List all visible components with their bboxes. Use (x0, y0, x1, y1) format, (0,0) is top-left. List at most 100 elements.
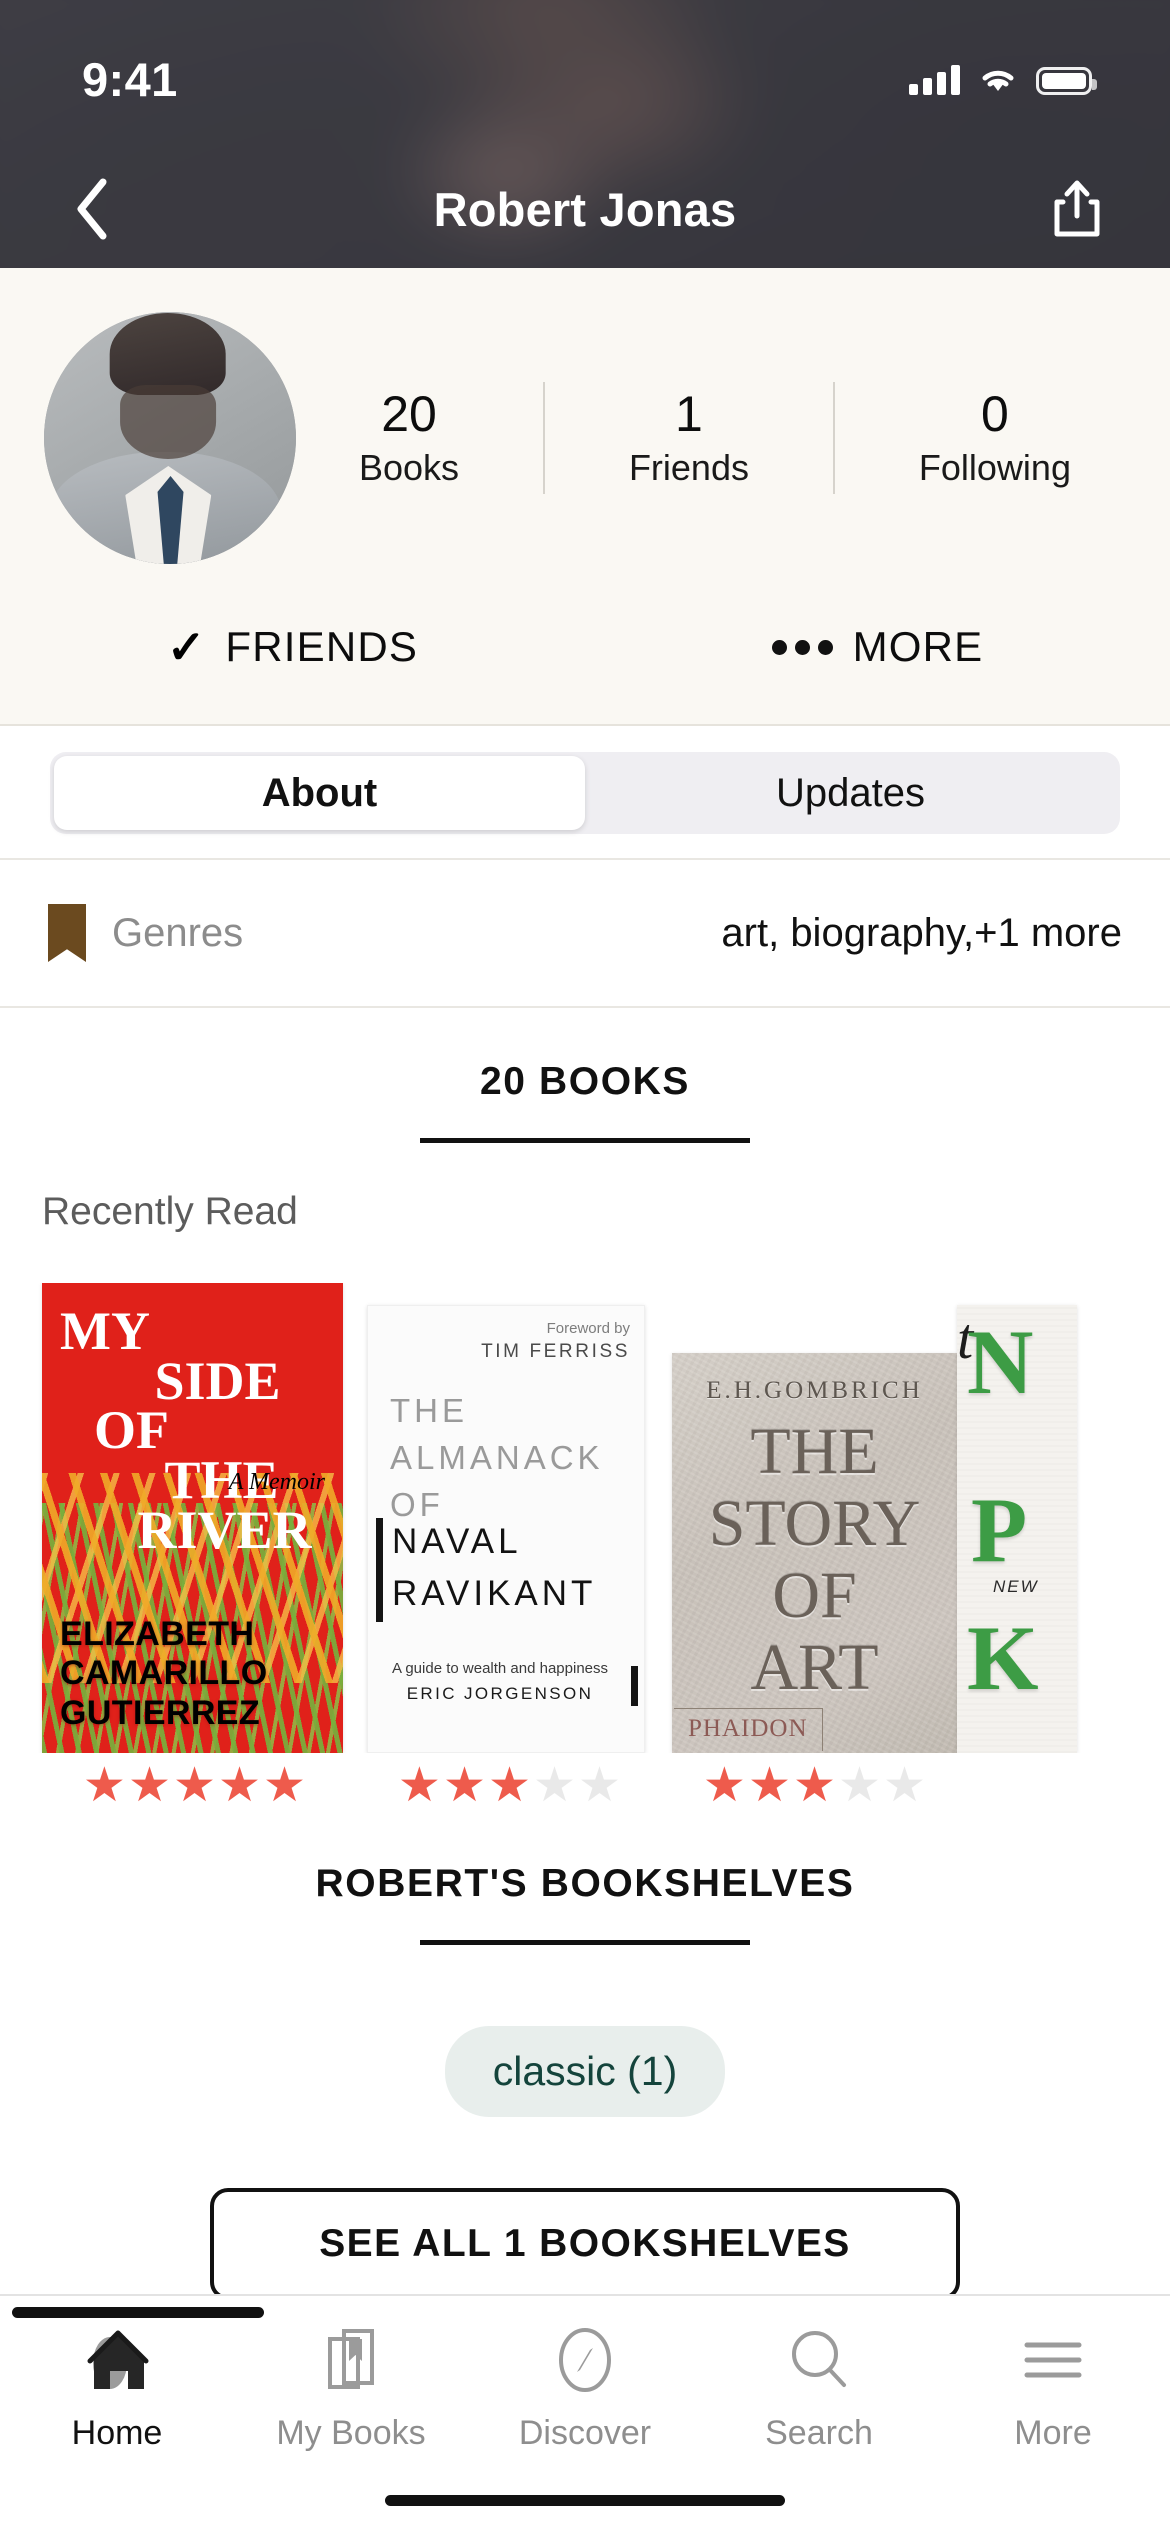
status-bar-time: 9:41 (82, 52, 178, 106)
star-icon: ★ (533, 1759, 577, 1812)
friends-button-label: FRIENDS (225, 623, 419, 670)
recently-read-carousel[interactable]: MY SIDE OF THE RIVER A Memoir ELIZABETH … (0, 1283, 1170, 1753)
wifi-icon (982, 70, 1014, 91)
book1-author-line-1: ELIZABETH (60, 1614, 255, 1653)
search-icon (784, 2322, 854, 2398)
status-bar-icons (909, 65, 1097, 95)
book2-title-top: THE ALMANACK OF (390, 1392, 604, 1523)
compass-icon (550, 2322, 620, 2398)
book3-title: THE STORY OF ART (672, 1419, 957, 1707)
signal-bars-icon (909, 65, 960, 95)
book2-footer: A guide to wealth and happiness ERIC JOR… (386, 1660, 614, 1704)
see-all-bookshelves-label: SEE ALL 1 BOOKSHELVES (319, 2222, 851, 2265)
book2-author: ERIC JORGENSON (406, 1684, 594, 1703)
battery-full-icon (1036, 67, 1097, 95)
stat-books-value: 20 (381, 385, 437, 442)
home-icon (80, 2322, 154, 2398)
tab-about[interactable]: About (54, 756, 585, 830)
books-icon (316, 2322, 386, 2398)
book1-author-line-3: GUTIERREZ (60, 1693, 261, 1732)
book1-author-line-2: CAMARILLO (60, 1654, 268, 1693)
tab-home[interactable]: Home (0, 2322, 234, 2453)
star-icon: ★ (838, 1759, 882, 1812)
stat-books[interactable]: 20 Books (345, 385, 473, 489)
book2-title-main: NAVAL RAVIKANT (392, 1522, 597, 1613)
share-icon[interactable] (1042, 174, 1112, 244)
tab-updates[interactable]: Updates (585, 756, 1116, 830)
avatar[interactable] (44, 312, 296, 564)
book3-title-line-1: THE (750, 1415, 879, 1488)
genres-label: Genres (112, 910, 244, 955)
tab-discover[interactable]: Discover (468, 2322, 702, 2453)
genres-row[interactable]: Genres art, biography,+1 more (0, 860, 1170, 1008)
profile-summary: 20 Books 1 Friends 0 Following ✓ FRIENDS (0, 268, 1170, 726)
books-section-heading: 20 BOOKS (0, 1060, 1170, 1143)
recently-read-label: Recently Read (42, 1190, 298, 1233)
ellipsis-icon (771, 639, 833, 655)
book2-foreword: Foreword by TIM FERRISS (481, 1320, 630, 1363)
book1-title-line-2: SIDE (154, 1350, 281, 1411)
stat-following-label: Following (918, 446, 1071, 488)
genres-left: Genres (48, 904, 243, 962)
book-cover-almanack-of-naval-ravikant[interactable]: Foreword by TIM FERRISS THE ALMANACK OF … (367, 1305, 645, 1753)
book-cover-my-side-of-the-river[interactable]: MY SIDE OF THE RIVER A Memoir ELIZABETH … (42, 1283, 343, 1753)
book-card[interactable]: E.H.GOMBRICH THE STORY OF ART PHAIDON (652, 1283, 957, 1753)
see-all-bookshelves-button[interactable]: SEE ALL 1 BOOKSHELVES (210, 2188, 960, 2300)
checkmark-icon: ✓ (166, 621, 206, 673)
stat-friends-label: Friends (628, 446, 749, 488)
book-card[interactable]: N t P NEW K (957, 1283, 1170, 1753)
book-cover-the-story-of-art[interactable]: E.H.GOMBRICH THE STORY OF ART PHAIDON (672, 1353, 957, 1753)
book-card[interactable]: Foreword by TIM FERRISS THE ALMANACK OF … (347, 1283, 652, 1753)
books-heading-text: 20 BOOKS (479, 1060, 691, 1103)
heading-underline (420, 1940, 750, 1945)
star-icon: ★ (172, 1759, 217, 1812)
book-rating[interactable]: ★ ★ ★ ★ ★ (42, 1762, 347, 1818)
book-card[interactable]: MY SIDE OF THE RIVER A Memoir ELIZABETH … (42, 1283, 347, 1753)
book2-accent-bar-2 (631, 1666, 638, 1706)
stat-friends[interactable]: 1 Friends (615, 385, 763, 489)
book2-foreword-label: Foreword by (546, 1320, 630, 1337)
star-icon: ★ (82, 1759, 126, 1812)
star-icon: ★ (702, 1759, 746, 1812)
star-icon: ★ (792, 1759, 837, 1812)
tab-search-label: Search (765, 2414, 873, 2452)
segmented-control: About Updates (50, 752, 1120, 834)
more-button[interactable]: MORE (585, 608, 1170, 686)
segmented-control-container: About Updates (0, 728, 1170, 860)
book1-author: ELIZABETH CAMARILLO GUTIERREZ (60, 1615, 331, 1733)
stat-divider (832, 382, 835, 494)
book4-badge: NEW (993, 1577, 1039, 1596)
tab-search[interactable]: Search (702, 2322, 936, 2453)
stat-following-value: 0 (981, 385, 1009, 442)
bookshelf-chip-classic[interactable]: classic (1) (444, 2026, 726, 2117)
star-icon: ★ (263, 1759, 307, 1812)
tab-my-books[interactable]: My Books (234, 2322, 468, 2453)
book-rating[interactable]: ★ ★ ★ ★ ★ (347, 1762, 652, 1818)
profile-stats: 20 Books 1 Friends 0 Following (296, 382, 1120, 494)
stat-following[interactable]: 0 Following (905, 385, 1085, 489)
book2-foreword-name: TIM FERRISS (481, 1341, 630, 1362)
book4-title-partial-2: P (971, 1479, 1028, 1581)
book1-title-line-3: OF (94, 1400, 169, 1461)
hamburger-icon (1018, 2322, 1088, 2398)
genres-value: art, biography,+1 more (721, 910, 1122, 955)
book-cover-partial[interactable]: N t P NEW K (957, 1305, 1077, 1753)
back-chevron-icon[interactable] (58, 174, 128, 244)
bookmark-icon (48, 904, 86, 962)
star-icon: ★ (487, 1759, 532, 1812)
book-rating[interactable]: ★ ★ ★ ★ ★ (652, 1762, 957, 1818)
profile-top-row: 20 Books 1 Friends 0 Following (0, 268, 1170, 564)
tab-more-label: More (1014, 2414, 1092, 2452)
tab-home-label: Home (71, 2414, 163, 2452)
phone-screen: 9:41 Robert Jonas 20 Books 1 Friends 0 F… (0, 0, 1170, 2532)
book1-title-line-5: RIVER (137, 1499, 312, 1560)
tab-more[interactable]: More (936, 2322, 1170, 2453)
book1-title-line-1: MY (60, 1301, 150, 1361)
star-icon: ★ (578, 1759, 622, 1812)
book3-title-line-3: OF (772, 1559, 857, 1632)
friends-button[interactable]: ✓ FRIENDS (0, 608, 585, 686)
stat-friends-value: 1 (675, 385, 703, 442)
book3-title-line-2: STORY (708, 1487, 921, 1560)
book3-publisher: PHAIDON (674, 1708, 823, 1751)
tab-my-books-label: My Books (276, 2414, 426, 2452)
